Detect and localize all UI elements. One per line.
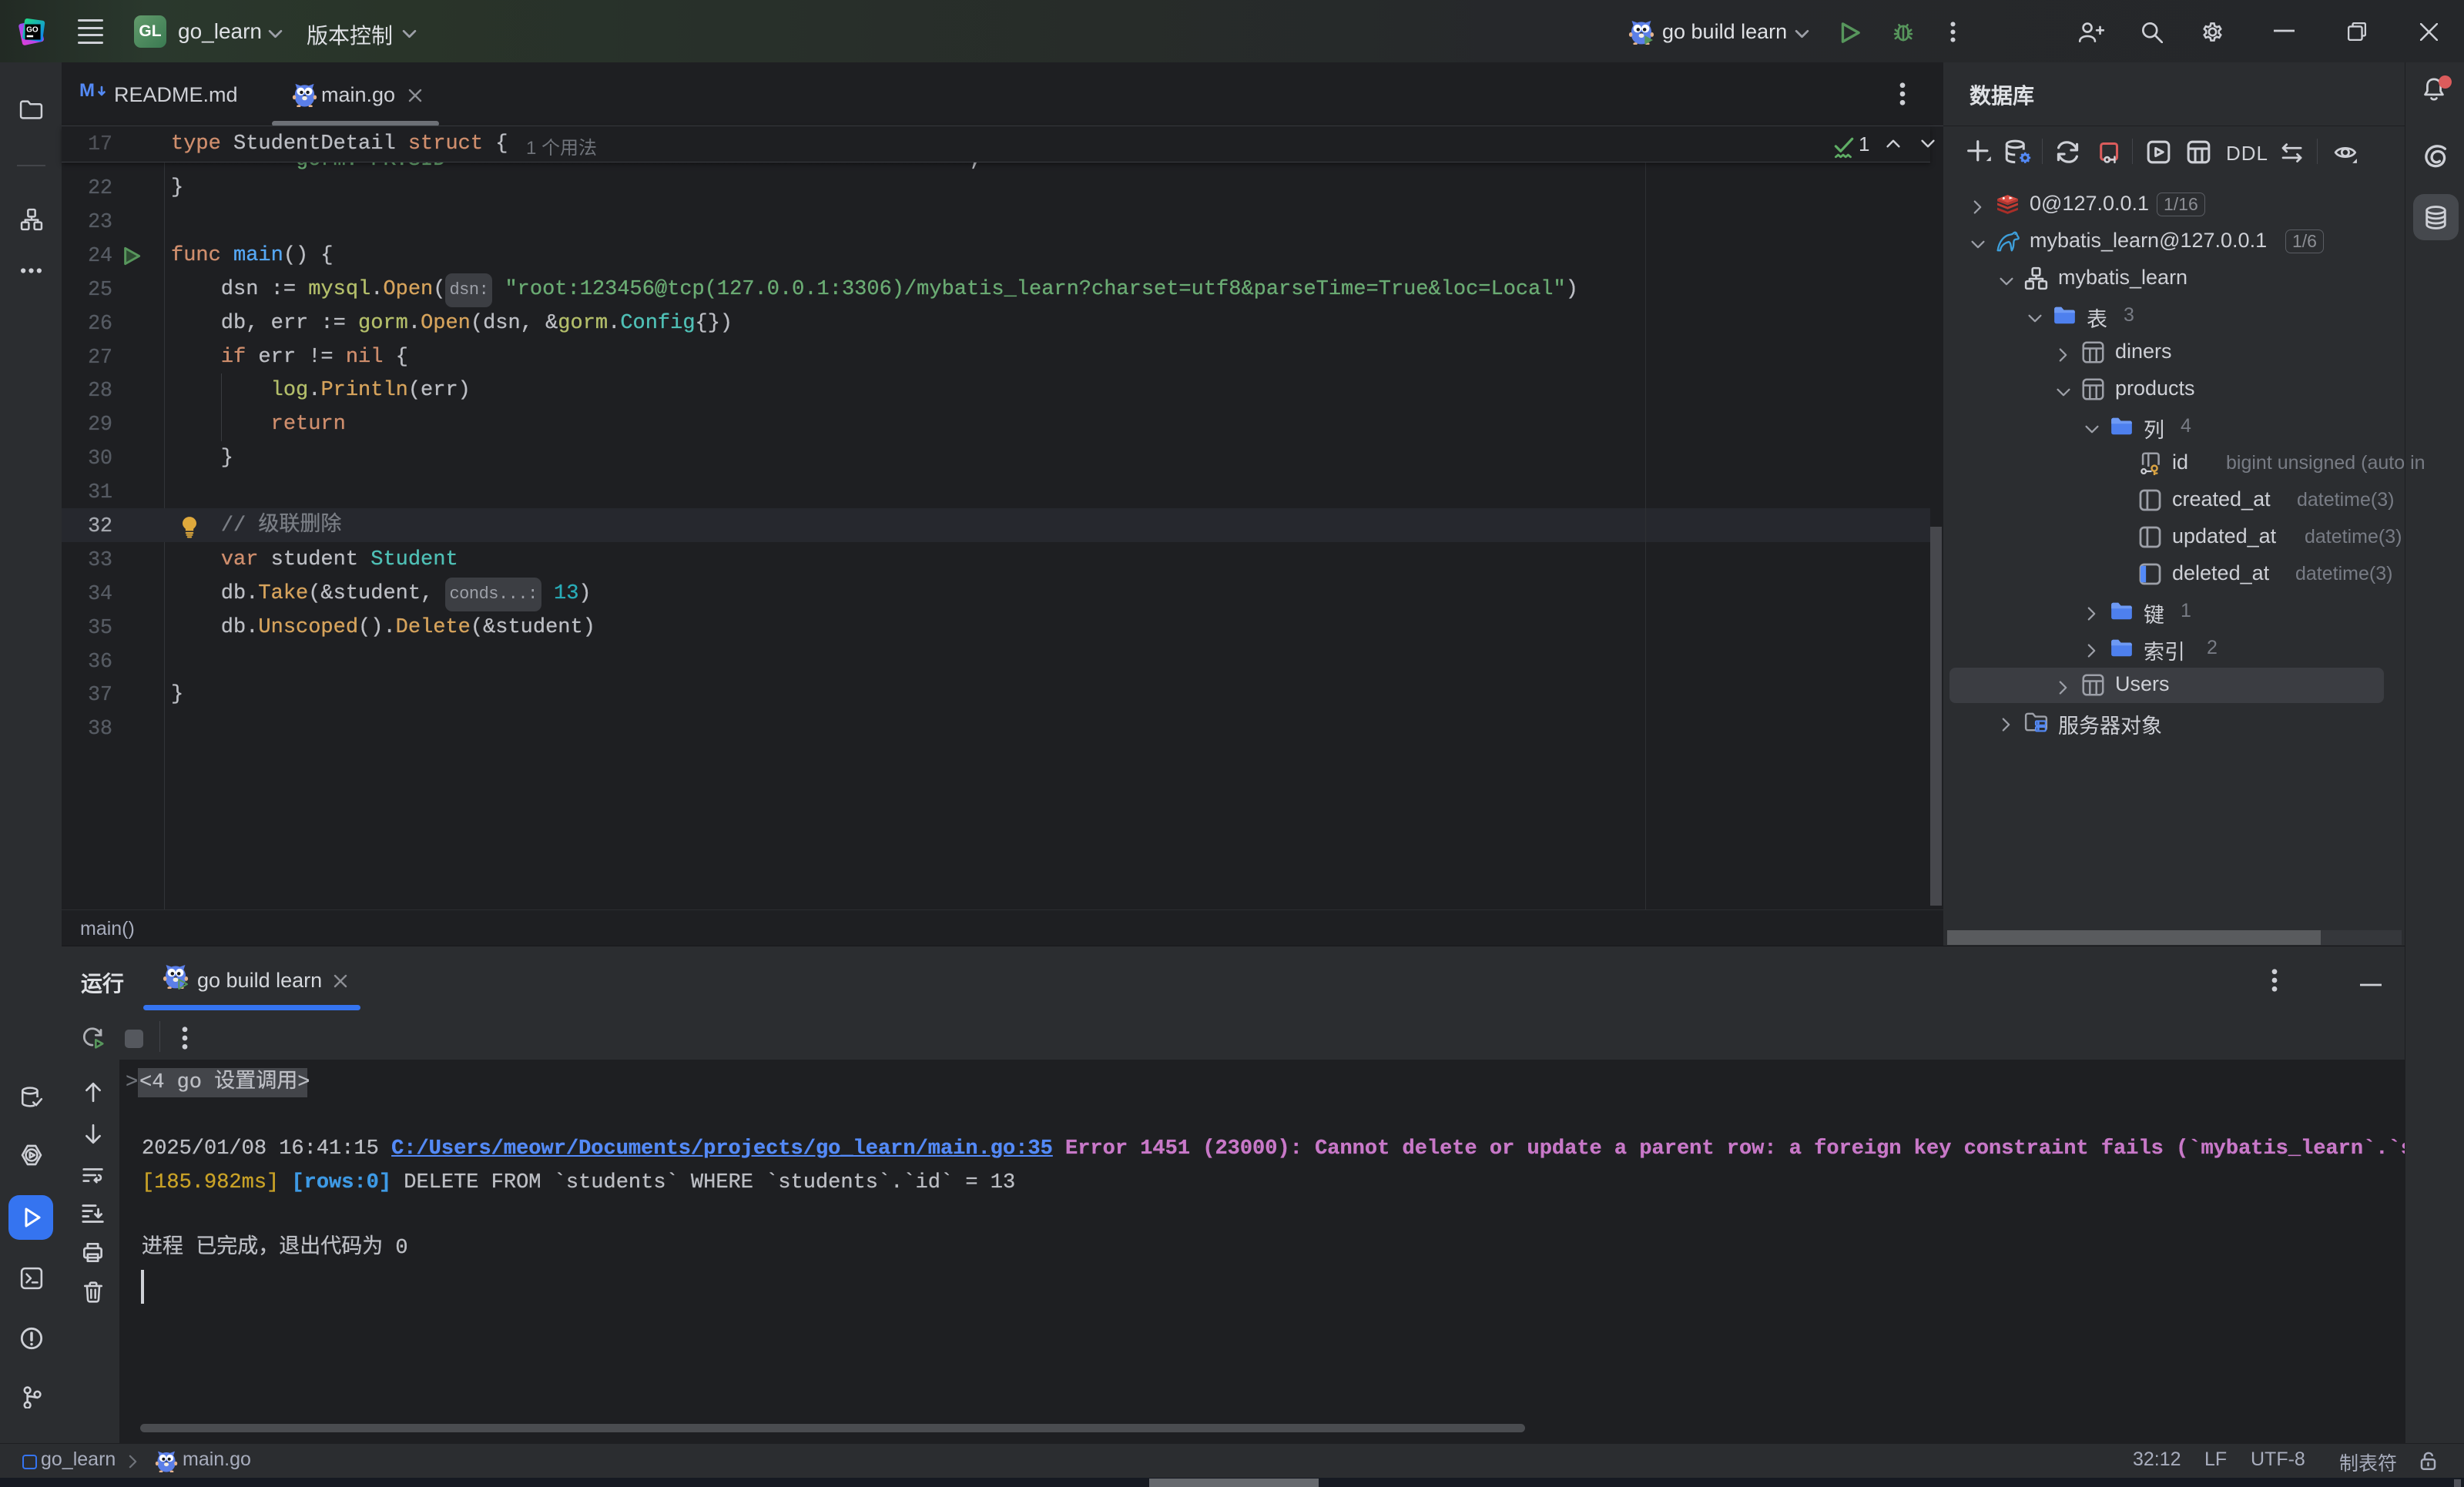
svg-text:GO: GO	[26, 26, 39, 35]
